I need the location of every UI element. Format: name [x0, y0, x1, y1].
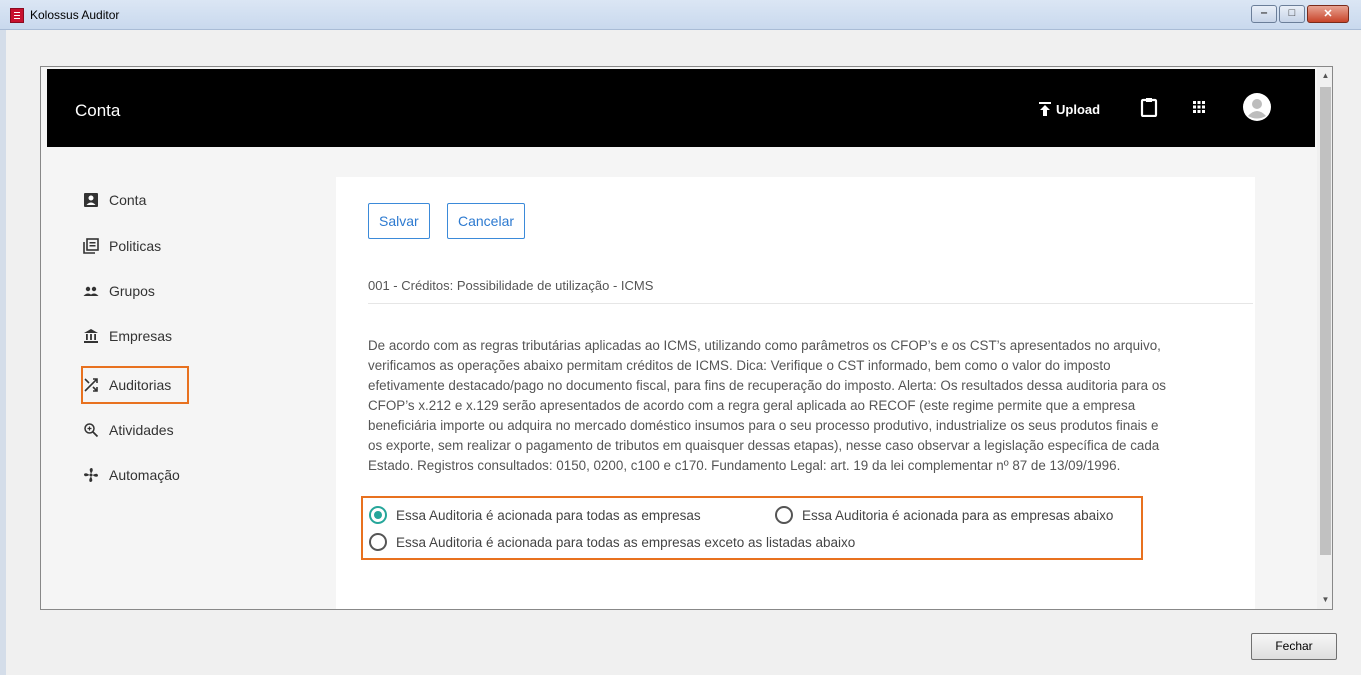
sidebar-item-label: Atividades	[109, 422, 174, 438]
sidebar-item-atividades[interactable]: Atividades	[83, 420, 174, 440]
library-books-icon	[83, 238, 99, 254]
description-line: CFOP’s x.212 e x.129 serão apresentados …	[368, 398, 1136, 413]
sidebar-item-politicas[interactable]: Politicas	[83, 236, 161, 256]
upload-button[interactable]: Upload	[1037, 101, 1100, 117]
scrollbar-thumb[interactable]	[1320, 87, 1331, 555]
auditorias-highlight-box	[81, 366, 189, 404]
maximize-icon: □	[1288, 7, 1296, 19]
minimize-button[interactable]: ‒	[1251, 5, 1277, 23]
bank-icon	[84, 329, 98, 343]
window-title: Kolossus Auditor	[30, 8, 120, 22]
sidebar: Conta Politicas Grupos Empresas Auditori…	[41, 147, 331, 609]
app-icon	[10, 8, 24, 23]
sidebar-item-automacao[interactable]: Automação	[83, 465, 180, 485]
app-frame: Conta Upload Conta Politicas Grupos Empr…	[40, 66, 1333, 610]
window-controls: ‒ □ ✕	[1251, 5, 1349, 23]
description-line: os exporte, sem realizar o pagamento de …	[368, 438, 1160, 453]
window-left-edge	[0, 30, 6, 675]
radio-all-companies[interactable]: Essa Auditoria é acionada para todas as …	[369, 506, 701, 524]
sidebar-item-grupos[interactable]: Grupos	[83, 281, 155, 301]
fan-icon	[84, 468, 98, 482]
page-title: Conta	[75, 101, 121, 120]
rule-card: Salvar Cancelar 001 - Créditos: Possibil…	[336, 177, 1258, 609]
radio-label: Essa Auditoria é acionada para as empres…	[802, 507, 1114, 523]
description-line: efetivamente destacado/pago no documento…	[368, 378, 1166, 393]
app-header: Conta Upload	[47, 69, 1315, 147]
sidebar-item-empresas[interactable]: Empresas	[83, 326, 172, 346]
upload-icon	[1039, 102, 1051, 116]
rule-title: 001 - Créditos: Possibilidade de utiliza…	[368, 278, 654, 293]
radio-unchecked-icon	[775, 506, 793, 524]
description-line: De acordo com as regras tributárias apli…	[368, 338, 1161, 353]
window-titlebar: Kolossus Auditor ‒ □ ✕	[0, 0, 1361, 30]
maximize-button[interactable]: □	[1279, 5, 1305, 23]
sidebar-item-label: Automação	[109, 467, 180, 483]
sidebar-item-label: Conta	[109, 192, 147, 208]
radio-all-except-listed[interactable]: Essa Auditoria é acionada para todas as …	[369, 533, 855, 551]
apps-grid-icon[interactable]	[1189, 97, 1209, 117]
zoom-icon	[84, 423, 99, 438]
description-line: Estado. Registros consultados: 0150, 020…	[368, 458, 1121, 473]
close-icon: ✕	[1323, 8, 1333, 20]
radio-checked-icon	[369, 506, 387, 524]
radio-label: Essa Auditoria é acionada para todas as …	[396, 507, 701, 523]
scroll-up-icon[interactable]: ▲	[1317, 69, 1332, 83]
rule-description: De acordo com as regras tributárias apli…	[368, 336, 1258, 476]
vertical-scrollbar[interactable]: ▲ ▼	[1317, 67, 1332, 609]
sidebar-item-label: Politicas	[109, 238, 162, 254]
save-button[interactable]: Salvar	[368, 203, 430, 239]
people-icon	[83, 286, 99, 296]
scroll-down-icon[interactable]: ▼	[1317, 593, 1332, 607]
description-line: beneficiária importe ou adquira no merca…	[368, 418, 1159, 433]
upload-label: Upload	[1056, 101, 1101, 117]
avatar-icon[interactable]	[1243, 93, 1271, 121]
radio-label: Essa Auditoria é acionada para todas as …	[396, 534, 856, 550]
radio-companies-below[interactable]: Essa Auditoria é acionada para as empres…	[775, 506, 1113, 524]
cancel-button[interactable]: Cancelar	[447, 203, 526, 239]
minimize-icon: ‒	[1260, 7, 1268, 19]
sidebar-item-label: Grupos	[109, 283, 155, 299]
divider	[368, 303, 1253, 304]
sidebar-item-conta[interactable]: Conta	[83, 190, 146, 210]
sidebar-item-label: Empresas	[109, 328, 173, 344]
close-button[interactable]: Fechar	[1251, 633, 1337, 660]
description-line: verificamos as operações abaixo permitam…	[368, 358, 1111, 373]
close-window-button[interactable]: ✕	[1307, 5, 1349, 23]
scope-radio-group: Essa Auditoria é acionada para todas as …	[361, 496, 1143, 560]
clipboard-icon[interactable]	[1139, 97, 1159, 117]
radio-unchecked-icon	[369, 533, 387, 551]
account-box-icon	[84, 193, 98, 207]
